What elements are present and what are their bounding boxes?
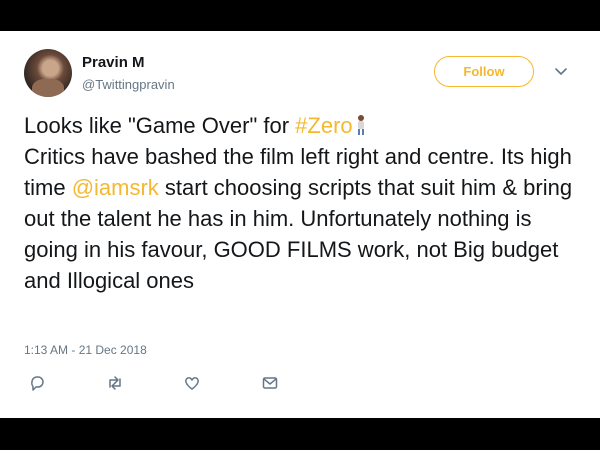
mention-link[interactable]: @iamsrk xyxy=(72,175,159,200)
hashtag-link[interactable]: #Zero xyxy=(295,113,352,138)
tweet-text: Looks like "Game Over" for #Zero Critics … xyxy=(24,110,584,296)
tweet-text-part: Looks like "Game Over" for xyxy=(24,113,296,138)
user-handle[interactable]: @Twittingpravin xyxy=(82,77,175,92)
reply-icon[interactable] xyxy=(28,374,46,392)
timestamp[interactable]: 1:13 AM - 21 Dec 2018 xyxy=(24,343,147,357)
user-name[interactable]: Pravin M xyxy=(82,54,145,71)
avatar[interactable] xyxy=(24,49,72,97)
tweet-card: Pravin M @Twittingpravin Follow Looks li… xyxy=(0,31,600,418)
chevron-down-icon[interactable] xyxy=(553,63,569,79)
person-emoji-icon xyxy=(353,113,369,135)
follow-button[interactable]: Follow xyxy=(434,56,534,87)
envelope-icon[interactable] xyxy=(261,374,279,392)
action-bar xyxy=(24,374,304,394)
heart-icon[interactable] xyxy=(183,374,201,392)
retweet-icon[interactable] xyxy=(106,374,124,392)
